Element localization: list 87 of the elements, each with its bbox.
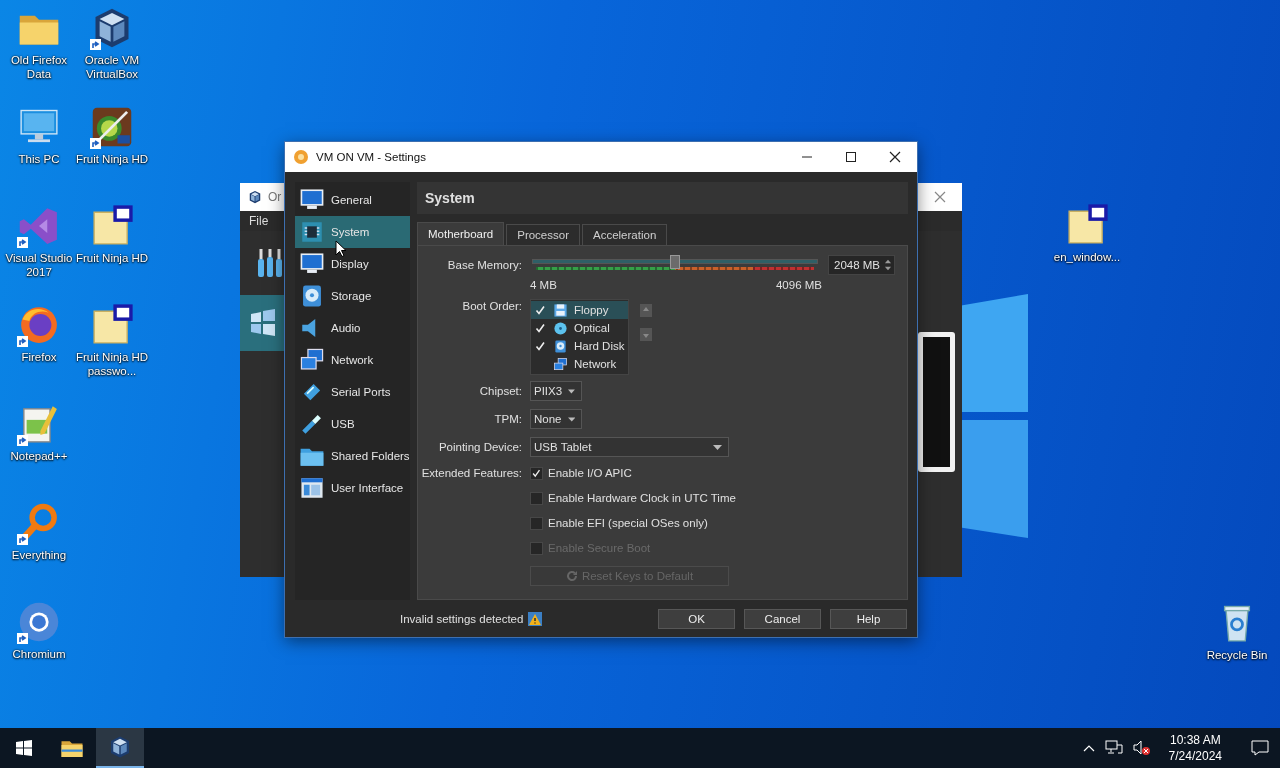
checkbox[interactable] [530, 491, 543, 505]
dropdown[interactable]: PIIX3 [530, 381, 582, 401]
checkbox[interactable] [530, 516, 543, 530]
desktop-icon-label[interactable]: Recycle Bin [1198, 648, 1276, 662]
app-icon [293, 149, 309, 165]
cube-icon [248, 190, 262, 204]
spin-arrows-icon[interactable] [884, 258, 892, 272]
boot-item[interactable]: Optical [531, 319, 629, 337]
sidebar-item[interactable]: Audio [295, 312, 410, 344]
check-icon[interactable] [534, 321, 547, 335]
cube-icon [108, 735, 132, 759]
cursor-icon [335, 240, 346, 257]
field-label: Extended Features: [420, 467, 523, 479]
check-icon[interactable] [534, 339, 547, 353]
tagged-folder-icon [90, 204, 134, 248]
checkbox-option[interactable]: Enable Hardware Clock in UTC Time [530, 490, 736, 506]
refresh-icon [565, 570, 578, 582]
tab[interactable]: Acceleration [582, 224, 668, 245]
tools-icon[interactable] [256, 247, 284, 279]
sidebar-item[interactable]: General [295, 184, 410, 216]
tagged-folder-icon [1065, 203, 1109, 247]
range-label: 4 MB [530, 279, 557, 293]
caret-icon [713, 444, 722, 450]
tab[interactable]: Motherboard [417, 222, 505, 245]
sidebar-item[interactable]: Shared Folders [295, 440, 410, 472]
network-icon[interactable] [1104, 740, 1123, 756]
desktop-icon-label[interactable]: Notepad++ [0, 449, 78, 463]
window-title: VM ON VM - Settings [316, 151, 426, 163]
dropdown[interactable]: USB Tablet [530, 437, 729, 457]
field-label: TPM: [493, 413, 523, 425]
warning-icon[interactable] [527, 610, 544, 627]
sidebar-item[interactable]: Network [295, 344, 410, 376]
clock-time[interactable]: 10:38 AM [1169, 732, 1221, 748]
boot-item[interactable]: Network [531, 355, 629, 373]
sidebar-item[interactable]: System [295, 216, 410, 248]
move-up-icon[interactable] [640, 304, 653, 317]
sidebar-item[interactable]: Serial Ports [295, 376, 410, 408]
checkbox-option[interactable]: Enable I/O APIC [530, 465, 632, 481]
desktop-icon-label[interactable]: Everything [0, 548, 78, 562]
tab[interactable]: Processor [506, 224, 580, 245]
range-label: 4096 MB [775, 279, 822, 293]
fruit-icon [90, 105, 134, 149]
notification-icon[interactable] [1251, 740, 1269, 756]
checkbox-option[interactable]: Enable EFI (special OSes only) [530, 515, 708, 531]
network-icon [553, 356, 568, 372]
page-title: System [417, 182, 908, 214]
maximize-icon[interactable] [845, 151, 857, 163]
memory-spinbox[interactable]: 2048 MB [828, 255, 895, 275]
sidebar-item[interactable]: User Interface [295, 472, 410, 504]
dialog-button[interactable]: Cancel [744, 608, 821, 629]
muted-speaker-icon[interactable] [1132, 740, 1151, 756]
network-icon [299, 347, 325, 373]
sidebar-item[interactable]: Display [295, 248, 410, 280]
tagged-folder-icon [90, 303, 134, 347]
caret-icon [568, 388, 575, 394]
checkbox[interactable] [530, 466, 543, 480]
caret-icon [567, 416, 575, 422]
field-label: Chipset: [478, 385, 523, 397]
field-label: Base Memory: [446, 259, 523, 271]
move-down-icon[interactable] [640, 328, 653, 341]
field-label: Pointing Device: [437, 441, 523, 453]
ring-icon [17, 600, 61, 644]
status-message: Invalid settings detected [400, 612, 524, 625]
check-icon[interactable] [534, 303, 547, 317]
floppy-icon [553, 302, 568, 318]
slider-thumb[interactable] [670, 255, 680, 269]
boot-item[interactable]: Hard Disk [531, 337, 629, 355]
close-icon[interactable] [889, 151, 901, 163]
dialog-button[interactable]: Help [830, 608, 907, 629]
disc-icon [553, 320, 568, 336]
boot-item[interactable]: Floppy [531, 301, 629, 319]
chevron-up-icon[interactable] [1082, 744, 1095, 752]
dropdown[interactable]: None [530, 409, 582, 429]
dialog-button[interactable]: OK [658, 608, 735, 629]
taskbar-app[interactable] [96, 728, 144, 768]
clock-date[interactable]: 7/24/2024 [1168, 748, 1222, 764]
desktop-icon-label[interactable]: Chromium [0, 647, 78, 661]
start-icon[interactable] [16, 740, 32, 756]
menu-item[interactable]: File [249, 214, 269, 228]
sidebar-item[interactable]: Storage [295, 280, 410, 312]
chip-icon [299, 219, 325, 245]
sidebar-item[interactable]: USB [295, 408, 410, 440]
vm-list-item[interactable] [240, 295, 285, 351]
field-label: Boot Order: [461, 299, 523, 312]
window-icon [299, 475, 325, 501]
desktop-icon-label[interactable]: en_window... [1048, 250, 1126, 264]
window-title: Or [268, 190, 282, 204]
